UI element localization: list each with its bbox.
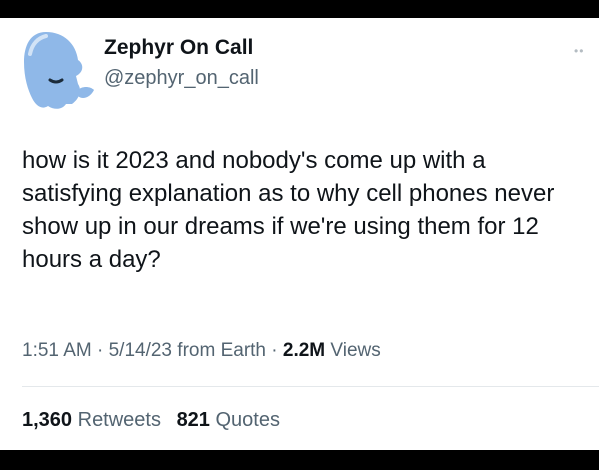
- tweet-meta: 1:51 AM · 5/14/23 from Earth · 2.2M View…: [22, 340, 381, 362]
- top-black-border: [0, 0, 599, 18]
- bottom-black-border: [0, 450, 599, 470]
- tweet-stats: 1,360 Retweets 821 Quotes: [22, 409, 290, 432]
- meta-separator: ·: [266, 340, 283, 361]
- meta-separator: ·: [91, 340, 109, 361]
- tweet-text: how is it 2023 and nobody's come up with…: [22, 147, 555, 273]
- tweet-card: Zephyr On Call @zephyr_on_call •• how is…: [0, 18, 599, 450]
- tweet-time[interactable]: 1:51 AM: [22, 340, 92, 361]
- tweet-source: from Earth: [172, 340, 266, 361]
- more-options-icon[interactable]: ••: [574, 44, 584, 58]
- retweets-stat[interactable]: 1,360 Retweets: [22, 409, 161, 431]
- author-handle[interactable]: @zephyr_on_call: [104, 67, 259, 90]
- divider: [22, 386, 599, 387]
- tweet-date[interactable]: 5/14/23: [109, 340, 172, 361]
- views-count: 2.2M: [282, 340, 326, 361]
- retweets-count: 1,360: [22, 409, 73, 431]
- ghost-icon: [24, 32, 94, 109]
- quotes-count: 821: [176, 409, 210, 431]
- views-label: Views: [325, 340, 381, 361]
- retweets-label: Retweets: [72, 409, 161, 431]
- author-display-name[interactable]: Zephyr On Call: [104, 36, 253, 60]
- quotes-label: Quotes: [209, 409, 280, 431]
- quotes-stat[interactable]: 821 Quotes: [177, 409, 280, 431]
- avatar[interactable]: [18, 26, 98, 116]
